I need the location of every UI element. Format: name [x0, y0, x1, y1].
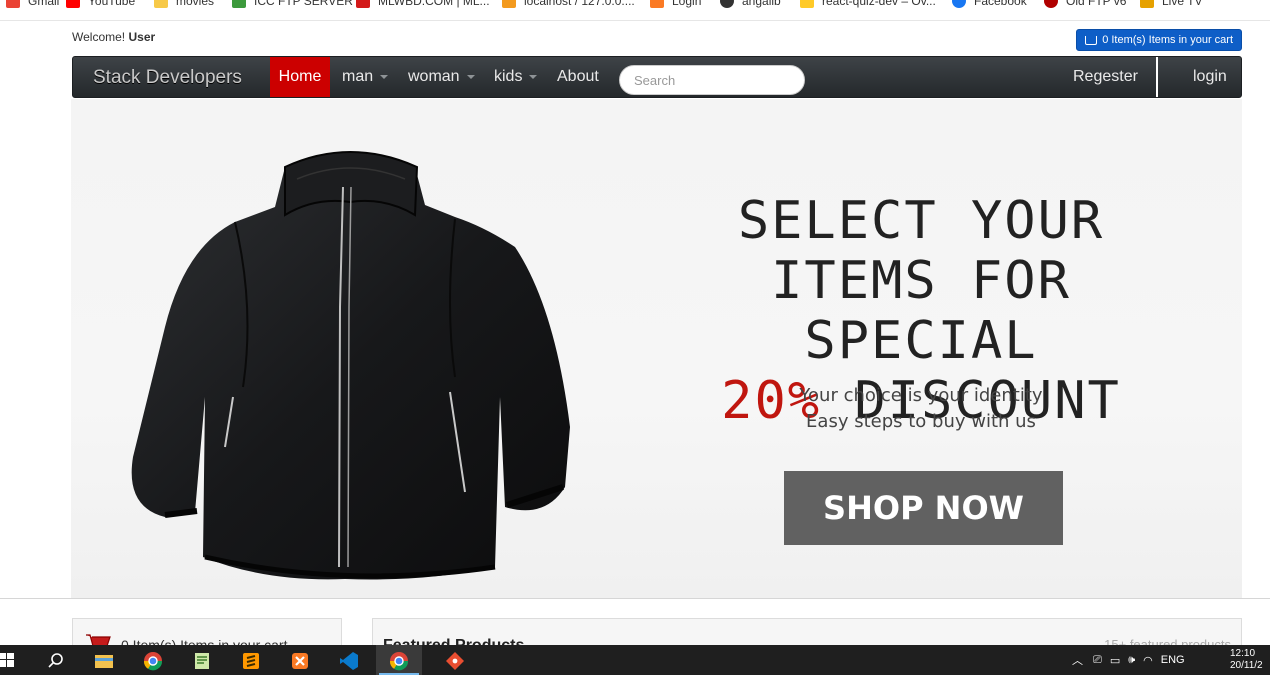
bookmark-youtube[interactable]: YouTube — [66, 0, 135, 10]
record-icon — [1044, 0, 1058, 8]
nav-home[interactable]: Home — [270, 57, 330, 97]
search-icon[interactable] — [46, 651, 66, 671]
bookmark-angalib[interactable]: angalib — [720, 0, 781, 10]
sublime-text-icon[interactable] — [241, 651, 261, 671]
windows-start-icon[interactable] — [0, 653, 14, 667]
bookmark-login[interactable]: Login — [650, 0, 701, 10]
bookmarks-bar: Gmail YouTube movies ICC FTP SERVER MLWB… — [0, 0, 1270, 21]
git-icon[interactable] — [445, 651, 465, 671]
system-tray: ︿ ⎚ ▭ 🕪 ◠ ENG — [1072, 645, 1185, 675]
notepad-plus-icon[interactable] — [192, 651, 212, 671]
main-navbar: Stack Developers Home man woman kids Abo… — [72, 56, 1242, 98]
chevron-up-icon[interactable]: ︿ — [1072, 652, 1083, 668]
network-drive-icon[interactable]: ⎚ — [1093, 654, 1102, 667]
jacket-image — [131, 151, 570, 580]
register-link[interactable]: Regester — [1063, 57, 1148, 97]
star-icon — [1140, 0, 1154, 8]
bookmark-react-quiz[interactable]: react-quiz-dev – Ov... — [800, 0, 936, 10]
bookmark-live-tv[interactable]: Live TV — [1140, 0, 1202, 10]
mlwbd-icon — [356, 0, 370, 8]
windows-taskbar: ︿ ⎚ ▭ 🕪 ◠ ENG 12:10 20/11/2 — [0, 645, 1270, 675]
bookmark-old-ftp[interactable]: Old FTP v6 — [1044, 0, 1126, 10]
login-link[interactable]: login — [1183, 57, 1237, 97]
nav-about[interactable]: About — [547, 57, 609, 97]
bookmark-localhost[interactable]: localhost / 127.0.0.... — [502, 0, 635, 10]
github-icon — [720, 0, 734, 8]
cart-icon — [1085, 35, 1098, 45]
language-indicator[interactable]: ENG — [1161, 654, 1185, 666]
nav-kids[interactable]: kids — [484, 57, 547, 97]
phpmyadmin-icon — [502, 0, 516, 8]
bookmark-mlwbd[interactable]: MLWBD.COM | ML... — [356, 0, 490, 10]
bookmark-facebook[interactable]: Facebook — [952, 0, 1027, 10]
bookmark-gmail[interactable]: Gmail — [6, 0, 59, 10]
chrome-icon[interactable] — [143, 651, 163, 671]
gmail-icon — [6, 0, 20, 8]
shop-now-button[interactable]: SHOP NOW — [784, 471, 1063, 545]
hero-tagline: Your choice is your identity Easy steps … — [799, 385, 1043, 432]
youtube-icon — [66, 0, 80, 8]
battery-icon[interactable]: ▭ — [1110, 654, 1120, 667]
bookmark-movies[interactable]: movies — [154, 0, 214, 10]
volume-icon[interactable]: 🕪 — [1128, 654, 1135, 667]
welcome-text: Welcome! User — [72, 30, 156, 44]
folder-icon — [154, 0, 168, 8]
leaf-icon — [232, 0, 246, 8]
chevron-down-icon — [466, 75, 475, 79]
cart-button[interactable]: 0 Item(s) Items in your cart — [1076, 29, 1242, 51]
xampp-icon[interactable] — [290, 651, 310, 671]
file-explorer-icon[interactable] — [94, 651, 114, 671]
system-clock[interactable]: 12:10 20/11/2 — [1230, 648, 1270, 672]
chevron-down-icon — [529, 75, 538, 79]
taskbar-chrome-active[interactable] — [376, 645, 422, 675]
chevron-down-icon — [380, 75, 389, 79]
firebase-icon — [800, 0, 814, 8]
search-input[interactable] — [619, 65, 805, 95]
vscode-icon[interactable] — [339, 651, 359, 671]
wifi-icon[interactable]: ◠ — [1143, 654, 1153, 667]
brand-logo[interactable]: Stack Developers — [93, 67, 242, 89]
welcome-username: User — [128, 30, 156, 44]
nav-divider — [1156, 57, 1158, 97]
nav-woman[interactable]: woman — [398, 57, 485, 97]
hero-banner: SELECT YOUR ITEMS FOR SPECIAL 20% DISCOU… — [71, 99, 1242, 599]
nav-man[interactable]: man — [332, 57, 398, 97]
xampp-icon — [650, 0, 664, 8]
hero-divider — [0, 598, 1270, 599]
facebook-icon — [952, 0, 966, 8]
bookmark-icc-ftp[interactable]: ICC FTP SERVER — [232, 0, 353, 10]
chrome-icon — [389, 652, 409, 671]
